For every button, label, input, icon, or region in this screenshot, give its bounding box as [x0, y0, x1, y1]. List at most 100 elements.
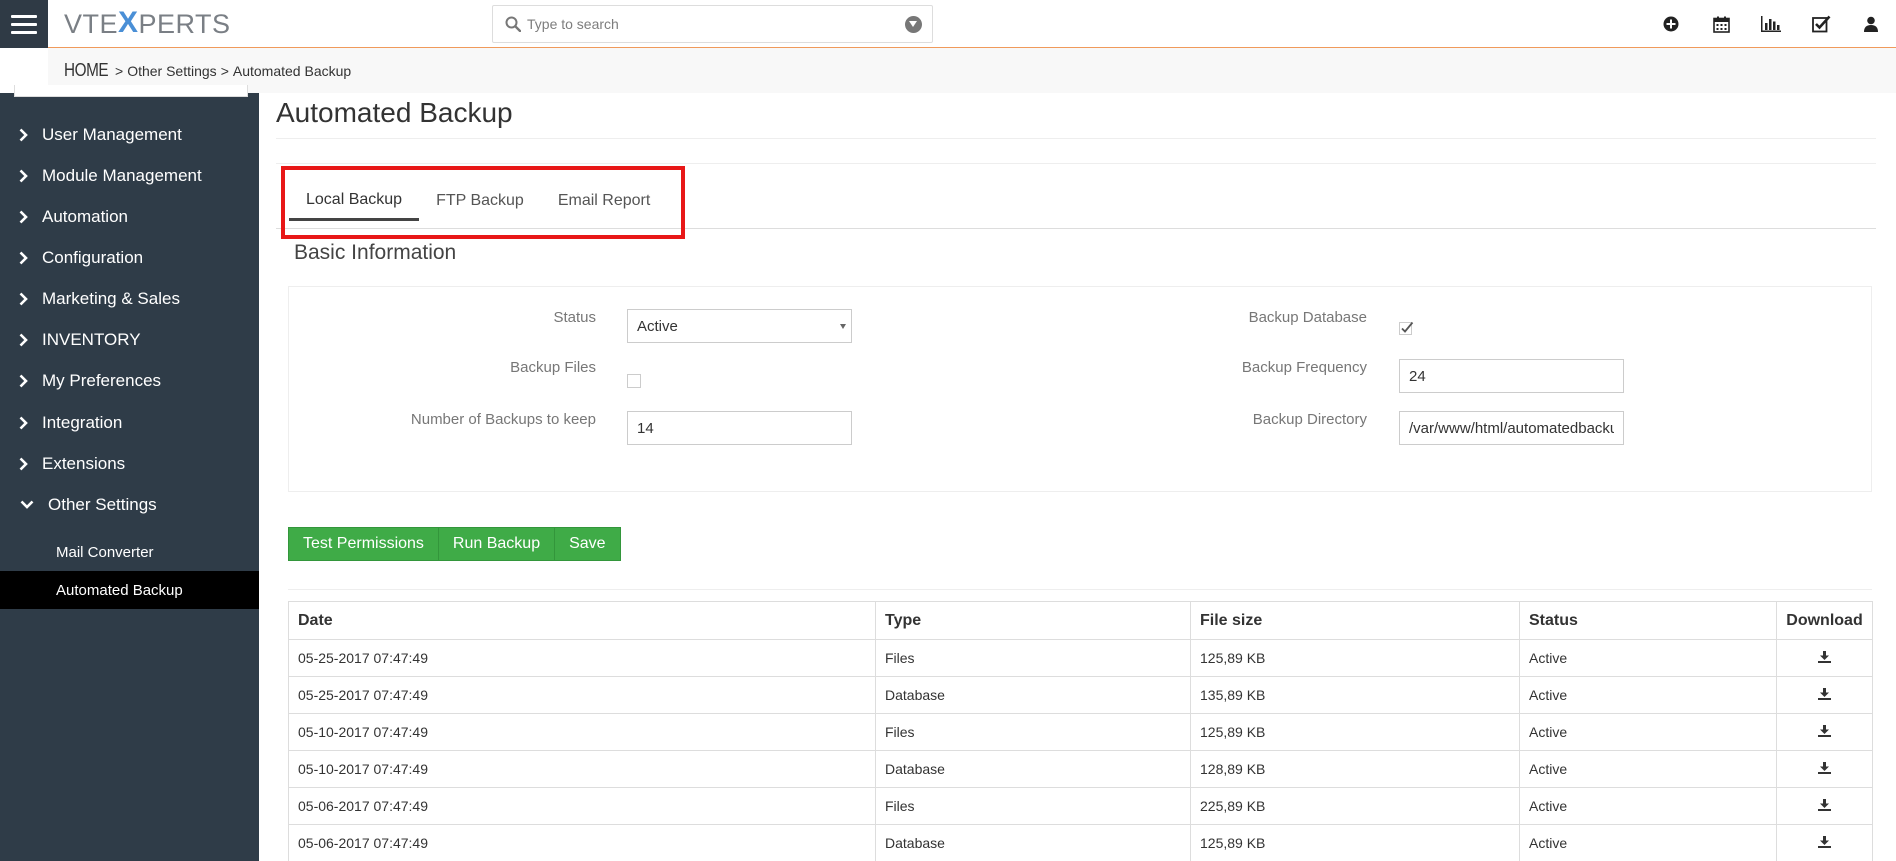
calendar-icon[interactable]	[1696, 12, 1746, 36]
sidebar-item-marketing-sales[interactable]: Marketing & Sales	[0, 278, 259, 319]
sidebar-subitem-automated-backup[interactable]: Automated Backup	[0, 571, 259, 609]
cell-type: Database	[875, 824, 1191, 861]
top-icon-bar	[1646, 12, 1896, 36]
cell-download	[1776, 750, 1873, 788]
sidebar-search-input[interactable]	[14, 85, 248, 97]
sidebar-item-other-settings[interactable]: Other Settings	[0, 484, 259, 525]
cell-type: Files	[875, 639, 1191, 677]
breadcrumb-separator: >	[220, 62, 229, 79]
vtexperts-logo[interactable]: VTE X PERTS	[64, 6, 231, 39]
breadcrumb-home[interactable]: HOME	[64, 60, 109, 81]
backup-frequency-label: Backup Frequency	[1241, 359, 1367, 376]
column-header-download: Download	[1776, 601, 1873, 640]
sidebar-subitem-mail-converter[interactable]: Mail Converter	[0, 533, 259, 571]
download-icon[interactable]	[1818, 835, 1831, 851]
backup-directory-input[interactable]	[1399, 411, 1624, 445]
backup-database-checkbox[interactable]	[1399, 321, 1414, 335]
cell-date: 05-06-2017 07:47:49	[288, 824, 876, 861]
cell-status: Active	[1519, 750, 1777, 788]
num-backups-label: Number of Backups to keep	[410, 411, 596, 428]
download-icon[interactable]	[1818, 724, 1831, 740]
plus-circle-icon[interactable]	[1646, 12, 1696, 36]
sidebar-item-automation[interactable]: Automation	[0, 196, 259, 237]
download-icon[interactable]	[1818, 650, 1831, 666]
backup-files-checkbox[interactable]	[627, 374, 641, 388]
sidebar-item-label: Other Settings	[48, 494, 157, 514]
cell-type: Files	[875, 713, 1191, 751]
backup-tabs: Local Backup FTP Backup Email Report	[289, 181, 667, 221]
cell-date: 05-10-2017 07:47:49	[288, 750, 876, 788]
sidebar-item-label: My Preferences	[42, 370, 162, 390]
column-header-status[interactable]: Status	[1519, 601, 1777, 640]
backup-frequency-input[interactable]	[1399, 359, 1624, 393]
status-label: Status	[553, 309, 596, 326]
basic-information-form: Status Active Backup Files Number of Bac…	[288, 286, 1872, 492]
cell-date: 05-25-2017 07:47:49	[288, 676, 876, 714]
cell-date: 05-06-2017 07:47:49	[288, 787, 876, 825]
main-content: Automated Backup Local Backup FTP Backup…	[259, 93, 1896, 861]
download-icon[interactable]	[1818, 687, 1831, 703]
logo-text-left: VTE	[64, 8, 119, 39]
sidebar-item-configuration[interactable]: Configuration	[0, 237, 259, 278]
cell-file-size: 125,89 KB	[1190, 824, 1520, 861]
bar-chart-icon[interactable]	[1746, 12, 1796, 36]
column-header-type[interactable]: Type	[875, 601, 1191, 640]
tab-local-backup[interactable]: Local Backup	[289, 181, 420, 221]
breadcrumb-automated-backup: Automated Backup	[232, 62, 352, 79]
global-search	[492, 5, 933, 43]
cell-file-size: 125,89 KB	[1190, 639, 1520, 677]
cell-date: 05-25-2017 07:47:49	[288, 639, 876, 677]
search-icon	[505, 16, 521, 32]
cell-status: Active	[1519, 639, 1777, 677]
search-dropdown-icon[interactable]	[905, 16, 922, 33]
cell-download	[1776, 713, 1873, 751]
task-checkbox-icon[interactable]	[1796, 12, 1846, 36]
hamburger-menu-icon[interactable]	[0, 0, 48, 48]
settings-sidebar: User Management Module Management Automa…	[0, 85, 259, 861]
column-header-file-size[interactable]: File size	[1190, 601, 1520, 640]
top-bar: VTE X PERTS	[0, 0, 1896, 48]
sidebar-item-module-management[interactable]: Module Management	[0, 155, 259, 196]
sidebar-item-label: Marketing & Sales	[42, 288, 180, 308]
download-icon[interactable]	[1818, 761, 1831, 777]
section-title: Basic Information	[294, 241, 457, 264]
sidebar-item-user-management[interactable]: User Management	[0, 114, 259, 155]
sidebar-item-inventory[interactable]: INVENTORY	[0, 319, 259, 360]
sidebar-item-label: Module Management	[42, 165, 202, 185]
page-title: Automated Backup	[276, 97, 513, 128]
search-input[interactable]	[527, 16, 887, 32]
sidebar-item-integration[interactable]: Integration	[0, 402, 259, 443]
sidebar-item-label: Integration	[42, 412, 123, 432]
breadcrumb-separator: >	[115, 62, 124, 79]
cell-type: Database	[875, 676, 1191, 714]
backups-table: Date Type File size Status Download 05-2…	[288, 601, 1873, 861]
tab-ftp-backup[interactable]: FTP Backup	[419, 181, 541, 221]
download-icon[interactable]	[1818, 798, 1831, 814]
table-row: 05-10-2017 07:47:49 Files 125,89 KB Active	[288, 713, 1873, 751]
checkmark-icon	[1399, 321, 1414, 335]
save-button[interactable]: Save	[554, 527, 621, 561]
chevron-right-icon	[0, 416, 28, 430]
table-row: 05-25-2017 07:47:49 Files 125,89 KB Active	[288, 639, 1873, 677]
num-backups-input[interactable]	[627, 411, 852, 445]
chevron-right-icon	[0, 333, 28, 347]
user-icon[interactable]	[1846, 12, 1896, 36]
divider	[276, 163, 1876, 164]
logo-text-x: X	[118, 6, 139, 39]
backup-actions: Test Permissions Run Backup Save	[288, 527, 621, 561]
sidebar-item-extensions[interactable]: Extensions	[0, 443, 259, 484]
status-select[interactable]: Active	[627, 309, 852, 343]
cell-download	[1776, 639, 1873, 677]
sidebar-item-my-preferences[interactable]: My Preferences	[0, 360, 259, 401]
run-backup-button[interactable]: Run Backup	[437, 527, 556, 561]
chevron-right-icon	[0, 251, 28, 265]
cell-file-size: 125,89 KB	[1190, 713, 1520, 751]
backup-directory-label: Backup Directory	[1252, 411, 1367, 428]
column-header-date[interactable]: Date	[288, 601, 876, 640]
select-arrow-icon	[840, 324, 846, 329]
tab-email-report[interactable]: Email Report	[541, 181, 667, 221]
breadcrumb-other-settings[interactable]: Other Settings	[127, 63, 217, 79]
sidebar-item-label: Configuration	[42, 247, 144, 267]
breadcrumb: HOME > Other Settings > Automated Backup	[48, 48, 1896, 93]
test-permissions-button[interactable]: Test Permissions	[288, 527, 439, 561]
